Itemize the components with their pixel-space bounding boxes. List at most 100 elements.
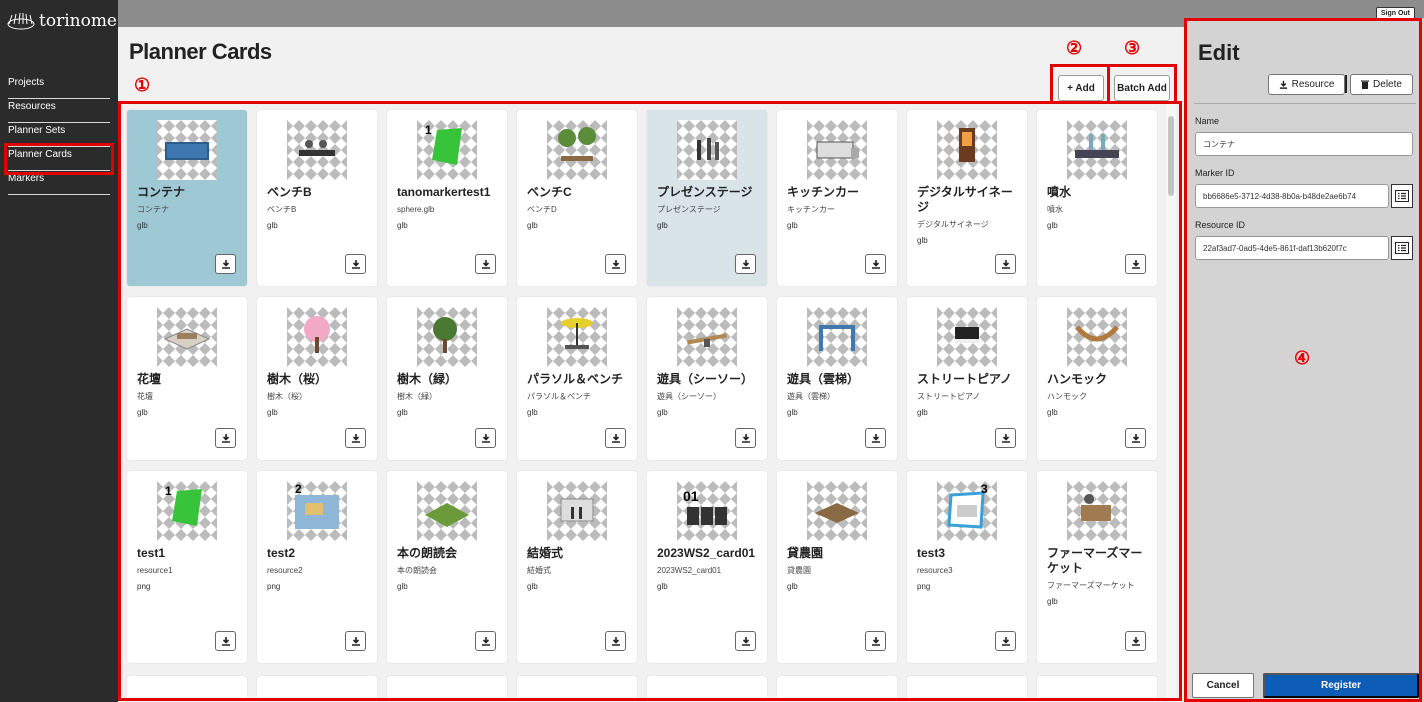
card-download-button[interactable] [735,631,756,651]
card-file-type: glb [137,221,148,230]
sidebar-item-resources[interactable]: Resources [8,99,110,123]
card-title: ファーマーズマーケット [1047,546,1143,575]
card-download-button[interactable] [345,254,366,274]
card-subtitle: 噴水 [1047,205,1063,214]
card-download-button[interactable] [475,631,496,651]
planner-card[interactable]: 3 test3 resource3 png [907,471,1027,663]
planner-card[interactable]: キッチンカー キッチンカー glb [777,110,897,286]
card-download-button[interactable] [1125,428,1146,448]
grid-scrollbar[interactable] [1166,104,1176,700]
card-download-button[interactable] [345,631,366,651]
card-download-button[interactable] [215,428,236,448]
card-download-button[interactable] [1125,631,1146,651]
name-field[interactable]: コンテナ [1195,132,1413,156]
card-download-button[interactable] [735,428,756,448]
planner-card[interactable]: 噴水 噴水 glb [1037,110,1157,286]
card-thumbnail: 3 [937,481,997,541]
planner-card[interactable]: 遊具（シーソー） 遊具（シーソー） glb [647,297,767,460]
card-download-button[interactable] [605,254,626,274]
planner-card[interactable]: プレゼンステージ プレゼンステージ glb [647,110,767,286]
card-download-button[interactable] [865,254,886,274]
resource-id-field[interactable]: 22af3ad7-0ad5-4de5-861f-daf13b620f7c [1195,236,1389,260]
card-file-type: glb [397,408,408,417]
card-thumbnail [157,120,217,180]
planner-card[interactable]: 1 test1 resource1 png [127,471,247,663]
planner-card[interactable]: デジタルサイネージ デジタルサイネージ glb [907,110,1027,286]
card-title: 樹木（桜） [267,372,328,386]
register-button[interactable]: Register [1263,673,1419,698]
card-download-button[interactable] [865,428,886,448]
card-download-button[interactable] [995,428,1016,448]
card-download-button[interactable] [995,254,1016,274]
marker-id-field[interactable]: bb6686e5-3712-4d38-8b0a-b48de2ae6b74 [1195,184,1389,208]
card-download-button[interactable] [475,428,496,448]
card-download-button[interactable] [605,428,626,448]
delete-button[interactable]: Delete [1350,74,1413,95]
planner-card[interactable]: 01 2023WS2_card01 2023WS2_card01 glb [647,471,767,663]
page-title: Planner Cards [129,39,272,64]
card-subtitle: 樹木（緑） [397,392,437,401]
card-download-button[interactable] [995,631,1016,651]
download-icon [871,434,880,443]
card-download-button[interactable] [865,631,886,651]
card-grid: コンテナ コンテナ glb ベンチB ベンチB glb 1 tanomarkertest1 sp… [127,110,1157,674]
card-partial[interactable] [127,676,247,700]
card-partial[interactable] [517,676,637,700]
list-icon [1395,242,1409,254]
card-title: キッチンカー [787,185,860,199]
planner-card[interactable]: ベンチB ベンチB glb [257,110,377,286]
card-title: 2023WS2_card01 [657,546,756,560]
scrollbar-thumb[interactable] [1168,116,1174,196]
card-thumbnail [807,481,867,541]
planner-card[interactable]: 花壇 花壇 glb [127,297,247,460]
card-download-button[interactable] [735,254,756,274]
planner-card[interactable]: 樹木（緑） 樹木（緑） glb [387,297,507,460]
planner-card[interactable]: パラソル＆ベンチ パラソル＆ベンチ glb [517,297,637,460]
sidebar-item-projects[interactable]: Projects [8,75,110,99]
sidebar-item-planner-sets[interactable]: Planner Sets [8,123,110,147]
resource-id-list-button[interactable] [1391,236,1413,260]
sidebar-item-markers[interactable]: Markers [8,171,110,195]
planner-card[interactable]: ベンチC ベンチD glb [517,110,637,286]
card-download-button[interactable] [345,428,366,448]
card-file-type: glb [137,408,148,417]
logo-icon [7,12,35,30]
cancel-button[interactable]: Cancel [1192,673,1254,698]
planner-card[interactable]: 2 test2 resource2 png [257,471,377,663]
card-file-type: glb [1047,597,1058,606]
planner-card[interactable]: 貸農園 貸農園 glb [777,471,897,663]
add-button[interactable]: + Add [1058,75,1104,101]
card-partial[interactable] [777,676,897,700]
card-download-button[interactable] [215,254,236,274]
card-partial[interactable] [907,676,1027,700]
planner-card[interactable]: 樹木（桜） 樹木（桜） glb [257,297,377,460]
download-icon [741,260,750,269]
card-download-button[interactable] [605,631,626,651]
planner-card[interactable]: 結婚式 結婚式 glb [517,471,637,663]
planner-card[interactable]: ファーマーズマーケット ファーマーズマーケット glb [1037,471,1157,663]
sidebar-item-planner-cards[interactable]: Planner Cards [4,143,114,175]
planner-card[interactable]: ストリートピアノ ストリートピアノ glb [907,297,1027,460]
card-partial[interactable] [1037,676,1157,700]
card-download-button[interactable] [475,254,496,274]
logo[interactable]: torinome [0,0,118,42]
marker-id-list-button[interactable] [1391,184,1413,208]
planner-card[interactable]: コンテナ コンテナ glb [127,110,247,286]
card-title: 花壇 [137,372,162,386]
card-title: test3 [917,546,946,560]
card-download-button[interactable] [1125,254,1146,274]
download-resource-button[interactable]: Resource [1268,74,1345,95]
card-partial[interactable] [647,676,767,700]
batch-add-button[interactable]: Batch Add [1114,75,1170,101]
planner-card[interactable]: 本の朗読会 本の朗読会 glb [387,471,507,663]
download-icon [1131,434,1140,443]
download-icon [221,637,230,646]
card-partial[interactable] [257,676,377,700]
planner-card[interactable]: ハンモック ハンモック glb [1037,297,1157,460]
planner-card[interactable]: 1 tanomarkertest1 sphere.glb glb [387,110,507,286]
download-icon [481,260,490,269]
card-download-button[interactable] [215,631,236,651]
card-thumbnail [417,481,477,541]
planner-card[interactable]: 遊具（雲梯） 遊具（雲梯） glb [777,297,897,460]
card-partial[interactable] [387,676,507,700]
